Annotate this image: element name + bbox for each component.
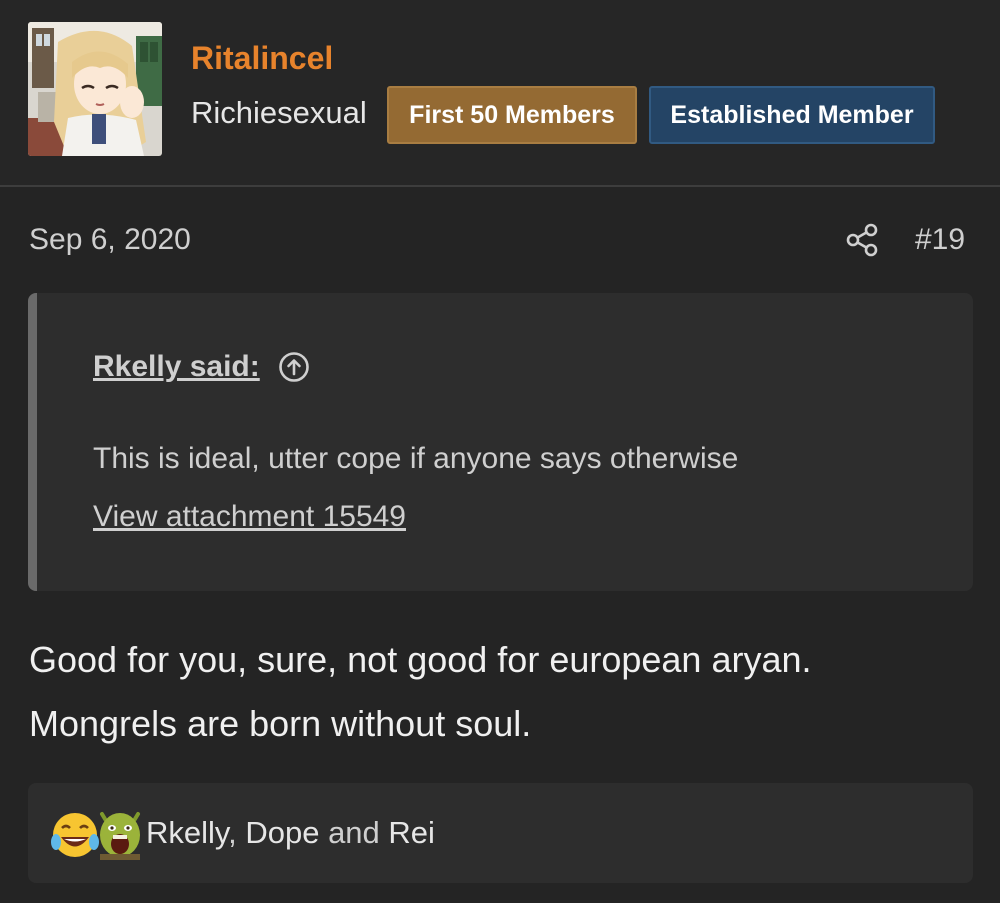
first-50-members-badge: First 50 Members bbox=[387, 86, 637, 144]
message-user-header: Ritalincel Richiesexual First 50 Members… bbox=[0, 0, 1000, 187]
avatar-image bbox=[28, 22, 162, 156]
post-number-link[interactable]: #19 bbox=[915, 220, 965, 260]
post-body: Good for you, sure, not good for europea… bbox=[29, 628, 812, 756]
quote-text: This is ideal, utter cope if anyone says… bbox=[93, 442, 739, 475]
arrow-up-circle-icon[interactable] bbox=[278, 351, 310, 383]
user-title: Richiesexual bbox=[191, 95, 367, 130]
shrek-screaming-emoji-icon bbox=[100, 812, 140, 860]
reaction-user-link[interactable]: Dope bbox=[245, 815, 319, 850]
reaction-user-link[interactable]: Rkelly bbox=[146, 815, 228, 850]
post-body-line: Good for you, sure, not good for europea… bbox=[29, 639, 812, 680]
reaction-conjunction: and bbox=[319, 815, 389, 850]
view-attachment-link[interactable]: View attachment 15549 bbox=[93, 497, 406, 537]
laughing-crying-emoji-icon bbox=[51, 813, 99, 857]
reaction-user-link[interactable]: Rei bbox=[388, 815, 435, 850]
reaction-icons[interactable] bbox=[50, 808, 144, 860]
share-icon[interactable] bbox=[844, 222, 880, 258]
username[interactable]: Ritalincel bbox=[191, 38, 333, 78]
reaction-separator: , bbox=[228, 815, 246, 850]
post-date[interactable]: Sep 6, 2020 bbox=[29, 220, 191, 260]
reaction-users[interactable]: Rkelly, Dope and Rei bbox=[146, 813, 435, 853]
quote-author-link[interactable]: Rkelly said: bbox=[93, 347, 260, 387]
post-body-line: Mongrels are born without soul. bbox=[29, 703, 532, 744]
established-member-badge: Established Member bbox=[649, 86, 935, 144]
user-avatar[interactable] bbox=[28, 22, 162, 156]
